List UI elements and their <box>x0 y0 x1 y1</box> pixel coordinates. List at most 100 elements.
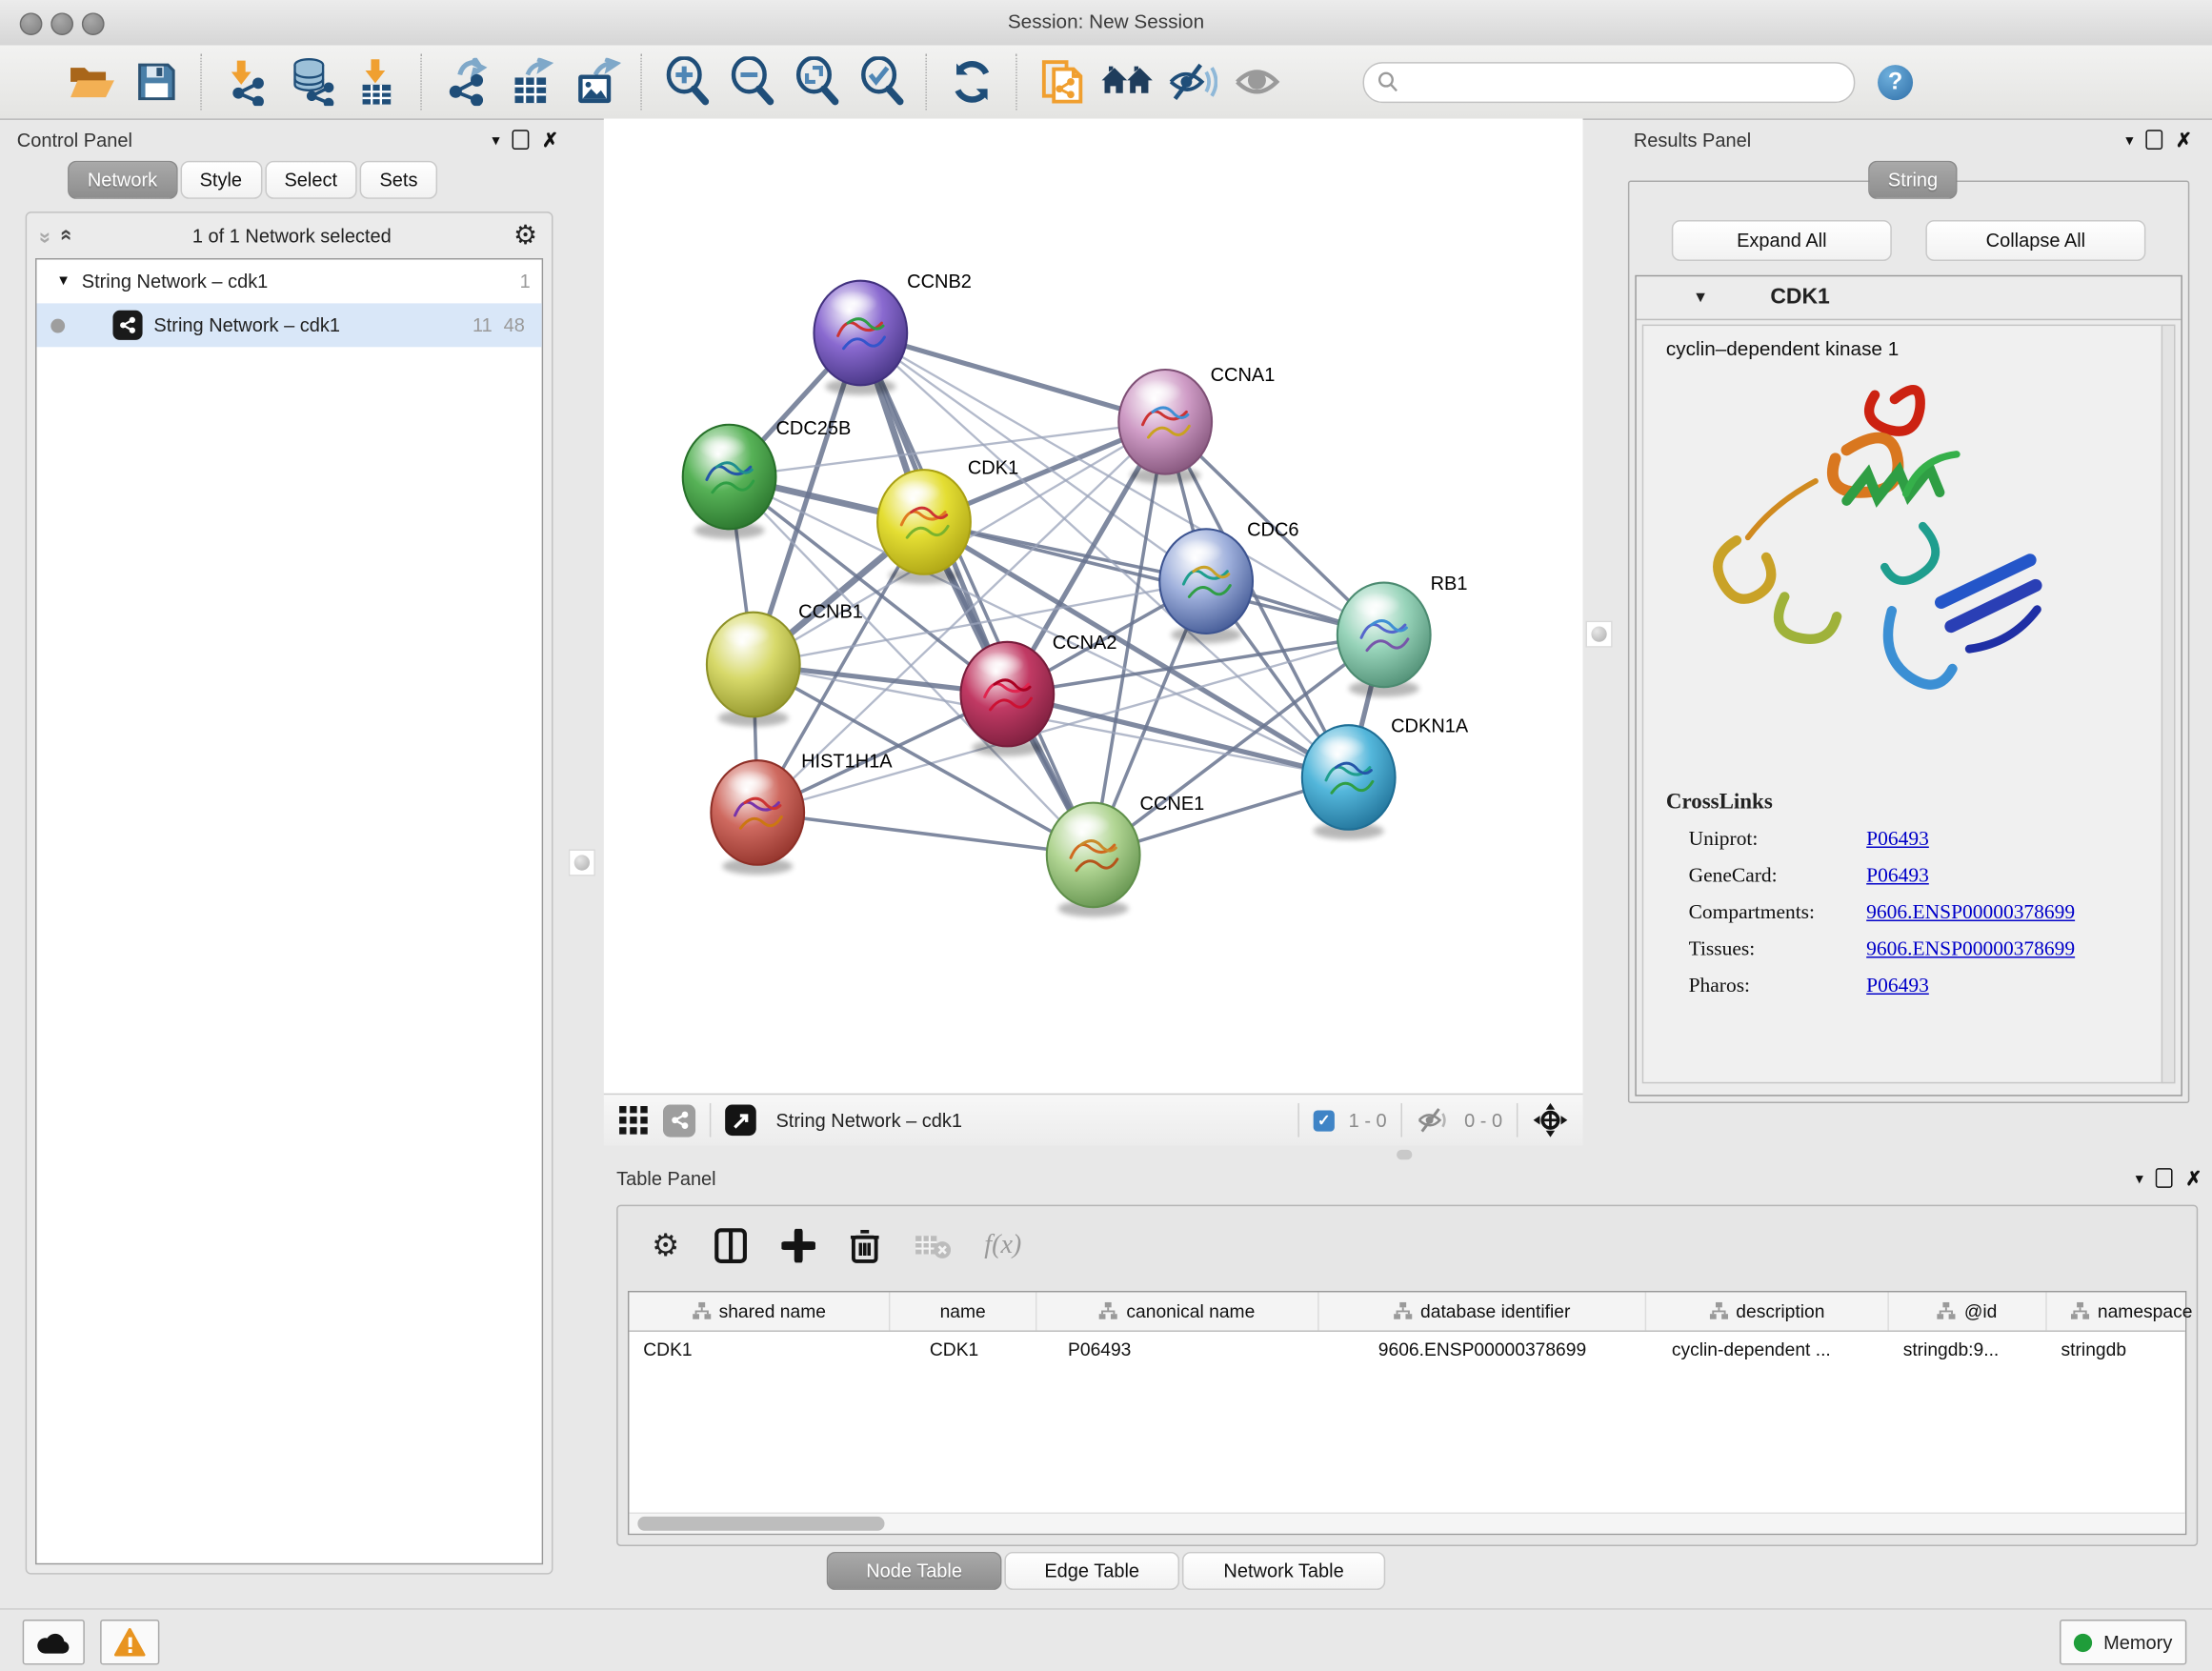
warning-icon <box>114 1628 146 1657</box>
bottom-splitter-handle[interactable] <box>1397 1150 1412 1159</box>
tab-select[interactable]: Select <box>265 161 357 199</box>
network-node-CCNE1[interactable] <box>1047 803 1140 917</box>
collection-caret-icon[interactable]: ▼ <box>56 273 70 289</box>
panel-float-icon[interactable] <box>513 130 530 150</box>
network-node-CCNB2[interactable] <box>814 281 907 395</box>
network-list-panel: » » 1 of 1 Network selected ⚙ ▼ String N… <box>26 211 553 1575</box>
panel-close-icon[interactable]: ✗ <box>2185 1166 2202 1190</box>
selected-checkbox-icon[interactable]: ✓ <box>1314 1110 1335 1131</box>
panel-float-icon[interactable] <box>2156 1168 2173 1188</box>
collection-count: 1 <box>520 271 531 292</box>
tab-network-table[interactable]: Network Table <box>1182 1552 1385 1590</box>
column-header[interactable]: database identifier <box>1319 1292 1647 1330</box>
annotation-mode-button[interactable] <box>1030 52 1095 111</box>
zoom-in-button[interactable] <box>654 52 719 111</box>
crosslink-tissues-link[interactable]: 9606.ENSP00000378699 <box>1866 938 2075 962</box>
column-header[interactable]: name <box>890 1292 1036 1330</box>
panel-menu-icon[interactable]: ▾ <box>2136 1169 2143 1187</box>
cloud-status-button[interactable] <box>23 1620 85 1664</box>
network-node-CCNB1[interactable] <box>707 613 800 727</box>
first-neighbors-button[interactable] <box>1095 52 1159 111</box>
network-collection-row[interactable]: ▼ String Network – cdk1 1 <box>37 259 542 303</box>
panel-close-icon[interactable]: ✗ <box>2176 128 2192 151</box>
expand-all-button[interactable]: Expand All <box>1672 220 1892 261</box>
memory-button[interactable]: Memory <box>2060 1620 2186 1664</box>
search-icon <box>1377 70 1399 93</box>
column-header[interactable]: namespace <box>2047 1292 2212 1330</box>
save-session-button[interactable] <box>124 52 189 111</box>
toolbar-separator <box>420 53 423 110</box>
tab-edge-table[interactable]: Edge Table <box>1004 1552 1179 1590</box>
import-network-file-button[interactable] <box>214 52 279 111</box>
export-network-button[interactable] <box>434 52 499 111</box>
network-node-RB1[interactable] <box>1337 583 1431 697</box>
export-table-button[interactable] <box>499 52 564 111</box>
show-all-button[interactable] <box>1224 52 1289 111</box>
column-flow-icon <box>1099 1302 1117 1320</box>
status-bar: Memory <box>0 1608 2212 1671</box>
crosslink-compartments-link[interactable]: 9606.ENSP00000378699 <box>1866 901 2075 925</box>
table-options-gear-icon[interactable]: ⚙ <box>652 1230 679 1261</box>
network-node-CCNA1[interactable] <box>1118 370 1212 484</box>
network-selection-status: 1 of 1 Network selected <box>81 225 502 246</box>
column-header[interactable]: canonical name <box>1036 1292 1318 1330</box>
table-horizontal-scrollbar[interactable] <box>629 1512 2184 1533</box>
tab-style[interactable]: Style <box>180 161 262 199</box>
table-row[interactable]: CDK1 CDK1 P06493 9606.ENSP00000378699 cy… <box>629 1332 2184 1367</box>
zoom-selected-button[interactable] <box>849 52 914 111</box>
column-header[interactable]: shared name <box>629 1292 890 1330</box>
tab-string[interactable]: String <box>1868 161 1958 199</box>
zoom-in-icon <box>663 56 711 107</box>
column-header[interactable]: @id <box>1889 1292 2047 1330</box>
panel-float-icon[interactable] <box>2146 130 2163 150</box>
collapse-all-button[interactable]: Collapse All <box>1925 220 2145 261</box>
network-view-canvas[interactable]: CCNB2CCNA1CDC25BCDK1CDC6RB1CCNB1CCNA2CDK… <box>604 118 1583 1093</box>
show-columns-icon[interactable] <box>714 1227 748 1264</box>
hide-selected-button[interactable] <box>1159 52 1224 111</box>
network-node-CDC25B[interactable] <box>683 425 776 539</box>
entry-caret-icon[interactable]: ▼ <box>1693 290 1708 307</box>
zoom-out-button[interactable] <box>719 52 784 111</box>
application-window: Session: New Session <box>0 0 2212 1670</box>
apply-layout-button[interactable] <box>939 52 1004 111</box>
results-panel: Results Panel ▾ ✗ String Expand All Coll… <box>1622 124 2203 1128</box>
network-node-HIST1H1A[interactable] <box>711 760 804 875</box>
import-network-database-button[interactable] <box>279 52 344 111</box>
warnings-button[interactable] <box>100 1620 159 1664</box>
zoom-fit-button[interactable] <box>784 52 849 111</box>
results-scrollbar[interactable] <box>2162 325 2176 1084</box>
birds-eye-grid-icon[interactable] <box>618 1105 650 1137</box>
crosslink-genecard-link[interactable]: P06493 <box>1866 865 1929 889</box>
right-splitter-handle[interactable] <box>1585 621 1612 648</box>
add-column-icon[interactable] <box>781 1229 815 1263</box>
svg-text:CCNA2: CCNA2 <box>1053 633 1117 654</box>
help-button[interactable]: ? <box>1878 64 1913 99</box>
open-folder-icon <box>68 61 115 103</box>
export-image-button[interactable] <box>564 52 629 111</box>
network-options-gear-icon[interactable]: ⚙ <box>513 222 537 249</box>
panel-close-icon[interactable]: ✗ <box>542 128 558 151</box>
string-share-icon[interactable] <box>663 1104 695 1137</box>
tab-node-table[interactable]: Node Table <box>827 1552 1002 1590</box>
crosslink-pharos-link[interactable]: P06493 <box>1866 975 1929 998</box>
panel-menu-icon[interactable]: ▾ <box>492 131 499 149</box>
open-in-browser-icon[interactable] <box>725 1105 756 1137</box>
delete-column-trash-icon[interactable] <box>849 1227 880 1264</box>
search-input[interactable] <box>1399 70 1854 93</box>
cloud-icon <box>37 1630 71 1654</box>
crosslink-uniprot-link[interactable]: P06493 <box>1866 828 1929 852</box>
panel-menu-icon[interactable]: ▾ <box>2125 131 2133 149</box>
tab-network[interactable]: Network <box>68 161 177 199</box>
left-splitter-handle[interactable] <box>569 849 595 876</box>
import-table-file-button[interactable] <box>344 52 409 111</box>
open-session-button[interactable] <box>59 52 124 111</box>
annotation-pages-icon <box>1039 58 1084 106</box>
column-header[interactable]: description <box>1646 1292 1889 1330</box>
expand-all-icon[interactable]: » <box>53 232 77 240</box>
network-node-CDKN1A[interactable] <box>1302 725 1396 839</box>
reset-view-crosshair-icon[interactable] <box>1532 1102 1569 1139</box>
svg-text:CCNB2: CCNB2 <box>907 272 972 292</box>
tab-sets[interactable]: Sets <box>360 161 437 199</box>
memory-label: Memory <box>2103 1632 2172 1653</box>
network-row-selected[interactable]: String Network – cdk1 11 48 <box>37 303 542 347</box>
